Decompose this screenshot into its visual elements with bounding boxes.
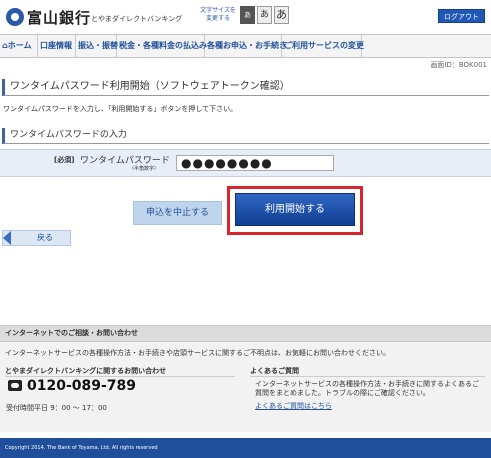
password-field-sublabel: （半角数字） [129, 166, 160, 172]
faq-link[interactable]: よくあるご質問はこちら [255, 401, 332, 411]
footer-faq-title: よくあるご質問 [250, 367, 299, 375]
logout-button[interactable]: ログアウト [438, 9, 485, 23]
font-size-medium-button[interactable]: あ [257, 6, 272, 24]
global-nav: ⌂ホーム 口座情報 振込・振替 税金・各種料金の払込み 各種お申込・お手続き ご… [0, 34, 491, 58]
phone-number: 0120-089-789 [27, 378, 137, 394]
footer-contact-title: とやまダイレクトバンキングに関するお問い合わせ [5, 367, 167, 375]
nav-service-change[interactable]: ご利用サービスの変更 [282, 35, 364, 57]
font-size-small-button[interactable]: あ [240, 6, 255, 24]
business-hours: 受付時間平日 9：00 ～ 17：00 [6, 404, 107, 412]
footer-info-text: インターネットサービスの各種操作方法・お手続きや店頭サービスに関するご不明点は、… [5, 349, 390, 357]
copyright: Copyright 2014. The Bank of Toyama, Ltd.… [0, 438, 491, 458]
bank-logo-icon [6, 8, 24, 26]
page-title: ワンタイムパスワード利用開始（ソフトウェアトークン確認） [2, 79, 489, 96]
divider [250, 376, 485, 377]
section-title: ワンタイムパスワードの入力 [2, 128, 489, 144]
font-size-label: 文字サイズを変更する [200, 7, 236, 22]
required-badge: [必須] [54, 156, 75, 164]
nav-home[interactable]: ⌂ホーム [0, 35, 38, 57]
service-name: とやまダイレクトバンキング [91, 15, 183, 23]
footer-bar-title: インターネットでのご相談・お問い合わせ [0, 325, 491, 342]
back-button[interactable]: 戻る [2, 230, 71, 246]
cancel-application-button[interactable]: 申込を中止する [133, 201, 222, 225]
header: 富山銀行 とやまダイレクトバンキング 文字サイズを変更する あ あ あ ログアウ… [0, 0, 491, 34]
screen-id: 画面ID：BOK001 [430, 61, 487, 69]
nav-transfer[interactable]: 振込・振替 [76, 35, 118, 57]
divider [5, 376, 235, 377]
bank-name: 富山銀行 [27, 9, 92, 27]
start-use-button[interactable]: 利用開始する [235, 193, 355, 226]
intro-text: ワンタイムパスワードを入力し、「利用開始する」ボタンを押して下さい。 [3, 105, 238, 113]
nav-applications[interactable]: 各種お申込・お手続き [205, 35, 287, 57]
faq-text: インターネットサービスの各種操作方法・お手続きに関するよくあるご質問をまとめまし… [255, 380, 479, 397]
nav-home-label: ホーム [7, 41, 32, 50]
onetime-password-input[interactable]: ●●●●●●●● [176, 155, 334, 171]
nav-account-info[interactable]: 口座情報 [38, 35, 76, 57]
nav-tax-payment[interactable]: 税金・各種料金の払込み [117, 35, 207, 57]
free-dial-icon [8, 380, 22, 391]
font-size-large-button[interactable]: あ [274, 6, 289, 24]
